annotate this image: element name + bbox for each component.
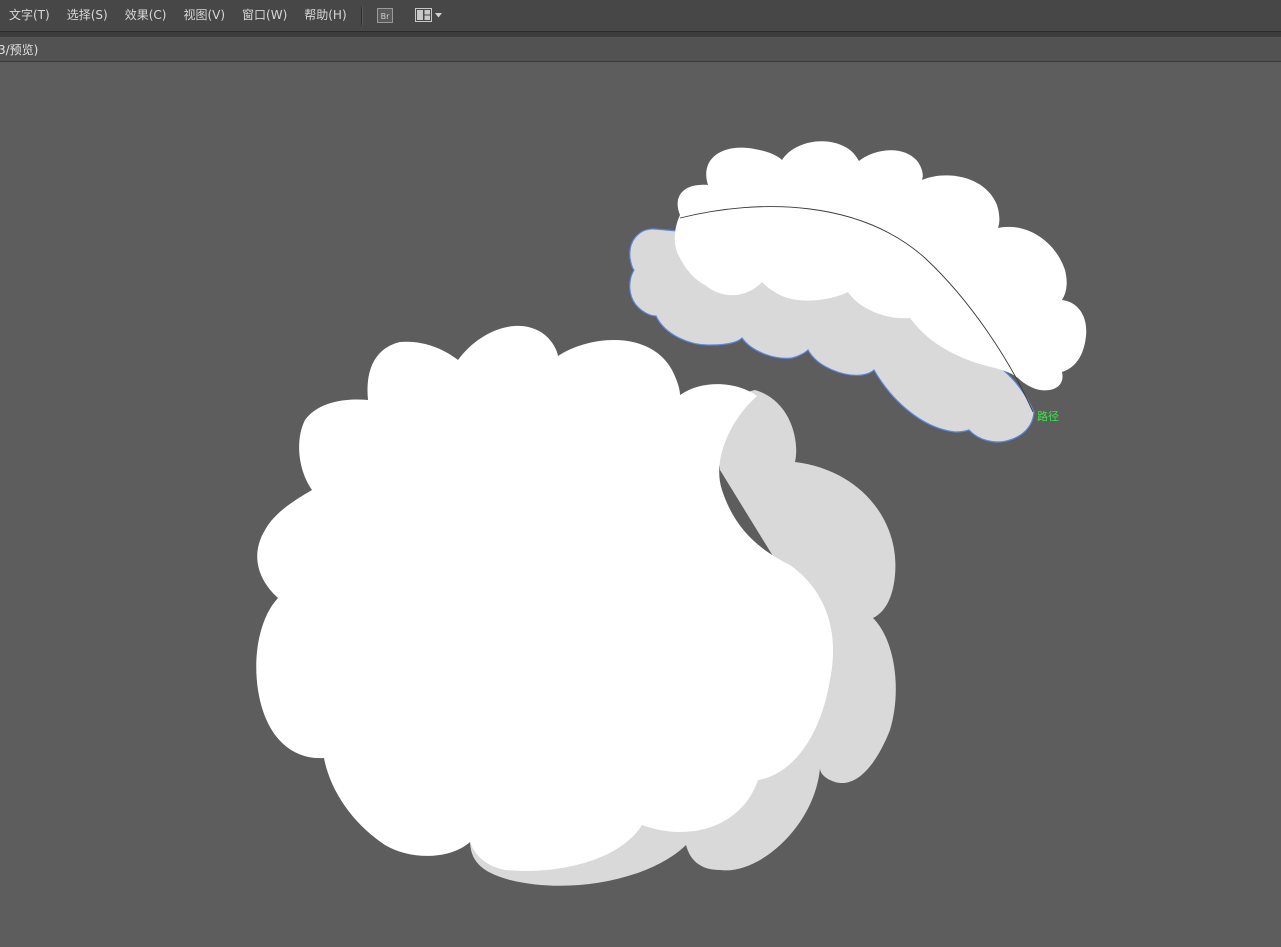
svg-text:Br: Br — [380, 12, 389, 21]
artwork: 路径 — [256, 141, 1087, 886]
artboard-canvas[interactable]: 路径 — [0, 62, 1281, 947]
control-panel-strip — [0, 31, 1281, 38]
arrange-documents-icon — [414, 8, 442, 22]
menu-select[interactable]: 选择(S) — [58, 0, 116, 31]
arrange-documents-button[interactable] — [414, 8, 443, 23]
document-tab-bar: 3/预览) — [0, 38, 1281, 62]
chevron-down-icon — [434, 13, 442, 18]
menu-window[interactable]: 窗口(W) — [233, 0, 295, 31]
smart-guide-label: 路径 — [1037, 410, 1059, 423]
menu-bar: 文字(T) 选择(S) 效果(C) 视图(V) 窗口(W) 帮助(H) Br — [0, 0, 1281, 31]
br-icon: Br — [376, 8, 393, 23]
menu-separator — [360, 6, 363, 25]
bridge-button[interactable]: Br — [376, 8, 393, 23]
menu-view[interactable]: 视图(V) — [174, 0, 233, 31]
menu-help[interactable]: 帮助(H) — [295, 0, 354, 31]
menu-effect[interactable]: 效果(C) — [116, 0, 175, 31]
menu-type[interactable]: 文字(T) — [0, 0, 58, 31]
document-tab[interactable]: 3/预览) — [0, 38, 38, 62]
